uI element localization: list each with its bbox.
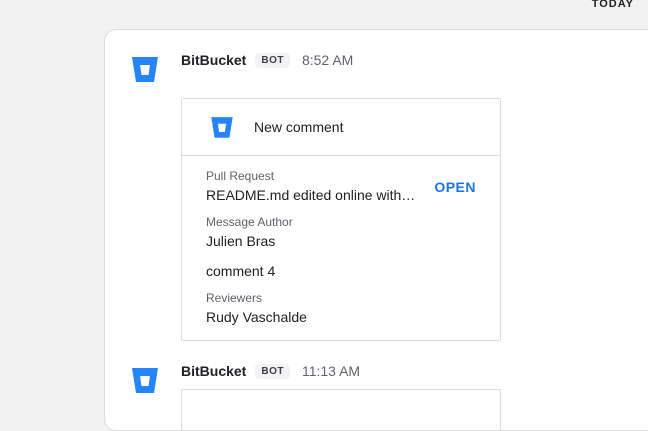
card-header: New comment	[182, 99, 500, 156]
reviewers-label: Reviewers	[206, 291, 263, 305]
bitbucket-logo-icon[interactable]	[128, 52, 162, 86]
message-author-label: Message Author	[206, 215, 293, 229]
sender-name[interactable]: BitBucket	[181, 52, 246, 68]
card-title: New comment	[254, 119, 344, 135]
message-header: BitBucket BOT 11:13 AM	[181, 361, 360, 381]
message-header: BitBucket BOT 8:52 AM	[181, 50, 353, 70]
bot-badge: BOT	[255, 52, 290, 68]
message-card: New comment Pull Request README.md edite…	[181, 98, 501, 341]
sender-name[interactable]: BitBucket	[181, 363, 246, 379]
comment-text: comment 4	[206, 263, 276, 279]
date-divider: TODAY	[591, 0, 634, 10]
bot-badge: BOT	[255, 363, 290, 379]
message-time: 11:13 AM	[301, 363, 361, 379]
message-card	[181, 389, 501, 431]
pull-request-label: Pull Request	[206, 169, 275, 183]
bitbucket-logo-icon	[208, 113, 236, 141]
reviewers-value: Rudy Vaschalde	[206, 309, 307, 325]
message-time: 8:52 AM	[301, 52, 354, 68]
bitbucket-logo-icon[interactable]	[128, 363, 162, 397]
message-author-value: Julien Bras	[206, 233, 276, 249]
open-button[interactable]: OPEN	[434, 179, 476, 195]
pull-request-value: README.md edited online with…	[206, 187, 416, 203]
